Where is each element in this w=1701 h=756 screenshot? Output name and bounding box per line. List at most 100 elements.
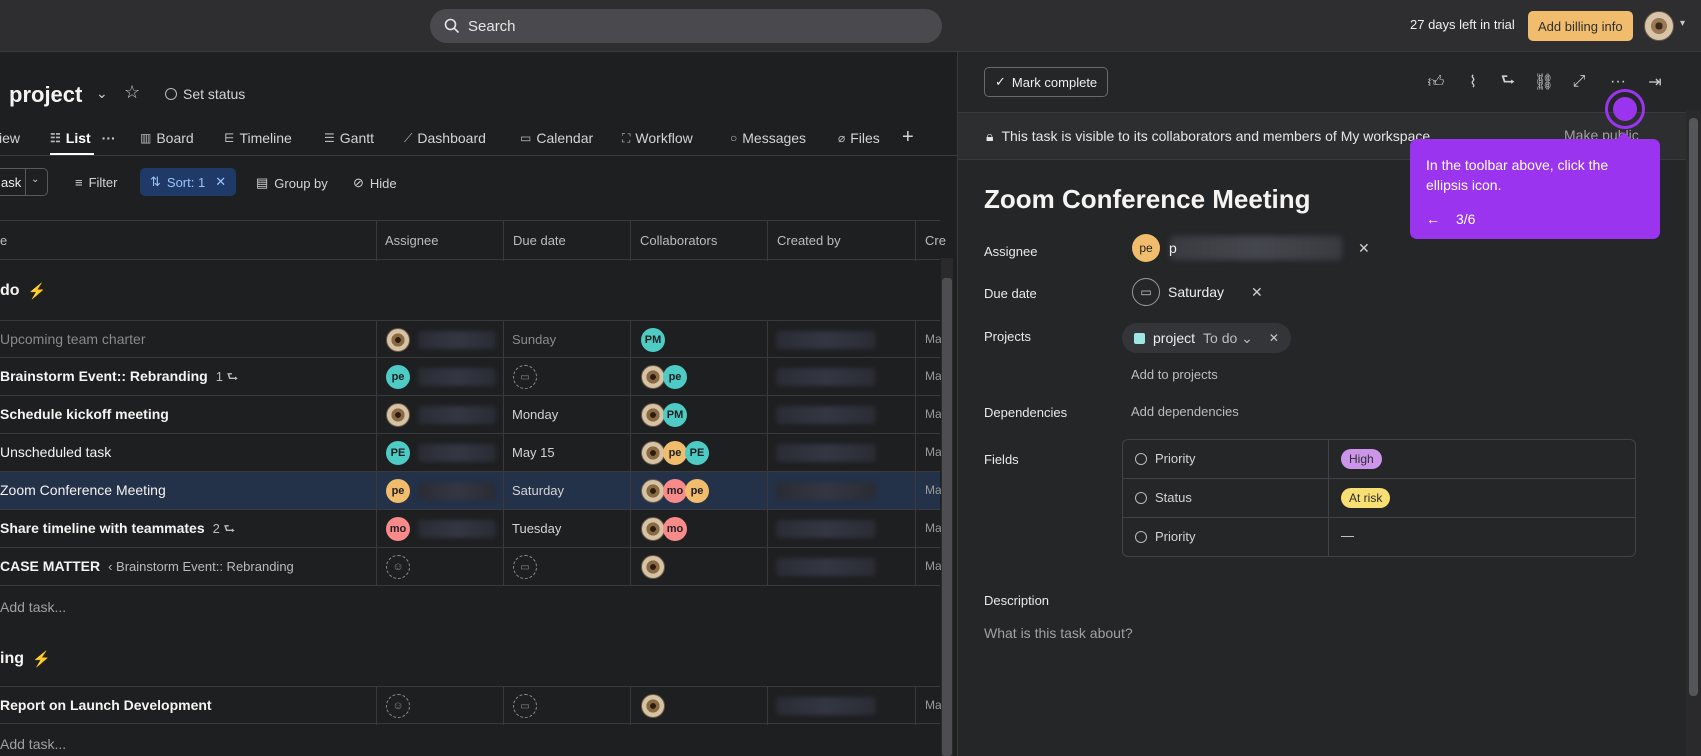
add-task-link[interactable]: Add task... (0, 736, 66, 752)
due-date[interactable]: May 15 (512, 445, 555, 460)
task-name[interactable]: CASE MATTER ‹ Brainstorm Event:: Rebrandi… (0, 558, 294, 574)
task-name[interactable]: Unscheduled task (0, 444, 111, 460)
avatar[interactable] (641, 365, 665, 389)
chevron-down-icon[interactable]: ▾ (1680, 18, 1685, 29)
paperclip-icon[interactable]: ⌇ (1463, 72, 1483, 92)
project-title[interactable]: project (9, 82, 82, 108)
table-row[interactable]: Upcoming team charter Sunday PM Ma (0, 320, 942, 359)
avatar[interactable]: pe (685, 479, 709, 503)
expand-icon[interactable]: ⤢ (1569, 72, 1589, 92)
close-pane-icon[interactable]: ⇥ (1645, 72, 1665, 92)
link-icon[interactable]: ⛓ (1534, 72, 1554, 92)
chevron-down-icon[interactable]: ⌄ (96, 85, 108, 102)
table-row[interactable]: Unscheduled task PE May 15 pe PE Ma (0, 434, 942, 472)
search-bar[interactable]: Search (430, 9, 942, 43)
avatar[interactable]: pe (663, 365, 687, 389)
empty-assignee-icon[interactable]: ☺ (386, 694, 410, 718)
task-title[interactable]: Zoom Conference Meeting (984, 184, 1310, 215)
empty-assignee-icon[interactable]: ☺ (386, 555, 410, 579)
avatar[interactable]: pe (663, 441, 687, 465)
sort-button[interactable]: ⇅ Sort: 1 ✕ (140, 168, 237, 196)
avatar[interactable] (386, 403, 410, 427)
description-input[interactable]: What is this task about? (984, 625, 1133, 641)
user-avatar[interactable] (1644, 11, 1674, 41)
chevron-down-icon[interactable]: ⌄ (31, 174, 39, 185)
avatar[interactable] (641, 403, 665, 427)
col-created-on[interactable]: Cre (925, 233, 946, 248)
table-row-selected[interactable]: Zoom Conference Meeting pe Saturday mo p… (0, 472, 942, 510)
avatar[interactable]: mo (663, 517, 687, 541)
filter-button[interactable]: ≡ Filter (75, 175, 117, 190)
add-task-button[interactable]: ask ⌄ (0, 168, 48, 196)
star-icon[interactable]: ☆ (124, 82, 140, 103)
close-icon[interactable]: ✕ (1269, 331, 1279, 345)
table-row[interactable]: CASE MATTER ‹ Brainstorm Event:: Rebrandi… (0, 548, 942, 586)
avatar[interactable]: pe (1132, 234, 1160, 262)
task-name[interactable]: Upcoming team charter (0, 331, 146, 347)
avatar[interactable]: PE (386, 441, 410, 465)
table-row[interactable]: Schedule kickoff meeting Monday PM Ma (0, 396, 942, 434)
tab-gantt[interactable]: ☰ Gantt (324, 130, 374, 146)
task-name[interactable]: Share timeline with teammates 2 ⮑ (0, 520, 235, 542)
table-row[interactable]: Report on Launch Development ☺ ▭ Ma (0, 686, 942, 725)
tab-overview[interactable]: view (0, 130, 20, 146)
assignee-name[interactable]: p (1169, 240, 1177, 256)
subtask-icon[interactable]: ⮑ (1498, 72, 1518, 92)
avatar[interactable] (386, 328, 410, 352)
avatar[interactable]: PE (685, 441, 709, 465)
avatar[interactable] (641, 694, 665, 718)
empty-field-value[interactable]: — (1341, 528, 1354, 543)
tab-messages[interactable]: ○ Messages (730, 130, 806, 146)
col-created-by[interactable]: Created by (777, 233, 841, 248)
col-collaborators[interactable]: Collaborators (640, 233, 717, 248)
more-icon[interactable]: ··· (102, 130, 116, 146)
group-by-button[interactable]: ▤ Group by (256, 175, 328, 191)
calendar-icon[interactable]: ▭ (513, 555, 537, 579)
due-date[interactable]: Tuesday (512, 521, 561, 536)
due-date[interactable]: Sunday (512, 332, 556, 347)
section-dropdown[interactable]: To do ⌄ (1203, 330, 1253, 347)
detail-scroll-thumb[interactable] (1689, 118, 1698, 696)
avatar[interactable] (641, 555, 665, 579)
section-header[interactable]: do ⚡ (0, 282, 46, 300)
tab-timeline[interactable]: ⋿ Timeline (224, 130, 292, 146)
add-to-projects-link[interactable]: Add to projects (1131, 367, 1218, 382)
calendar-icon[interactable]: ▭ (1132, 278, 1160, 306)
due-date[interactable]: Monday (512, 407, 558, 422)
tab-board[interactable]: ▥ Board (140, 130, 194, 146)
due-date-value[interactable]: Saturday (1168, 284, 1224, 300)
avatar[interactable]: PM (663, 403, 687, 427)
calendar-icon[interactable]: ▭ (513, 365, 537, 389)
thumbs-up-icon[interactable]: 👍︎ (1426, 72, 1446, 92)
close-icon[interactable]: ✕ (215, 174, 226, 190)
task-name[interactable]: Schedule kickoff meeting (0, 406, 169, 422)
task-name[interactable]: Brainstorm Event:: Rebranding 1 ⮑ (0, 368, 238, 390)
add-dependencies-link[interactable]: Add dependencies (1131, 404, 1239, 419)
table-row[interactable]: Share timeline with teammates 2 ⮑ mo Tues… (0, 510, 942, 548)
calendar-icon[interactable]: ▭ (513, 694, 537, 718)
field-row[interactable]: Status At risk (1123, 479, 1635, 518)
mark-complete-button[interactable]: ✓ Mark complete (984, 67, 1109, 97)
col-assignee[interactable]: Assignee (385, 233, 438, 248)
avatar[interactable]: pe (386, 365, 410, 389)
tab-list[interactable]: ☷ List ··· (50, 130, 116, 146)
section-header[interactable]: ing ⚡ (0, 650, 51, 668)
avatar[interactable]: PM (641, 328, 665, 352)
add-billing-button[interactable]: Add billing info (1528, 11, 1633, 41)
avatar[interactable]: mo (386, 517, 410, 541)
avatar[interactable]: pe (386, 479, 410, 503)
project-chip[interactable]: project To do ⌄ ✕ (1122, 323, 1291, 353)
col-due-date[interactable]: Due date (513, 233, 566, 248)
priority-badge[interactable]: High (1341, 449, 1382, 469)
tab-files[interactable]: ⌀ Files (838, 130, 880, 146)
tab-dashboard[interactable]: ⟋ Dashboard (404, 130, 486, 146)
status-badge[interactable]: At risk (1341, 488, 1391, 508)
hide-button[interactable]: ⊘ Hide (353, 175, 397, 191)
field-row[interactable]: Priority — (1123, 518, 1635, 557)
tab-calendar[interactable]: ▭ Calendar (520, 130, 593, 146)
tab-workflow[interactable]: ⛶ Workflow (622, 130, 693, 146)
set-status-button[interactable]: Set status (165, 86, 245, 102)
add-tab-icon[interactable]: + (902, 126, 914, 149)
avatar[interactable]: mo (663, 479, 687, 503)
back-arrow-icon[interactable]: ← (1426, 209, 1440, 229)
